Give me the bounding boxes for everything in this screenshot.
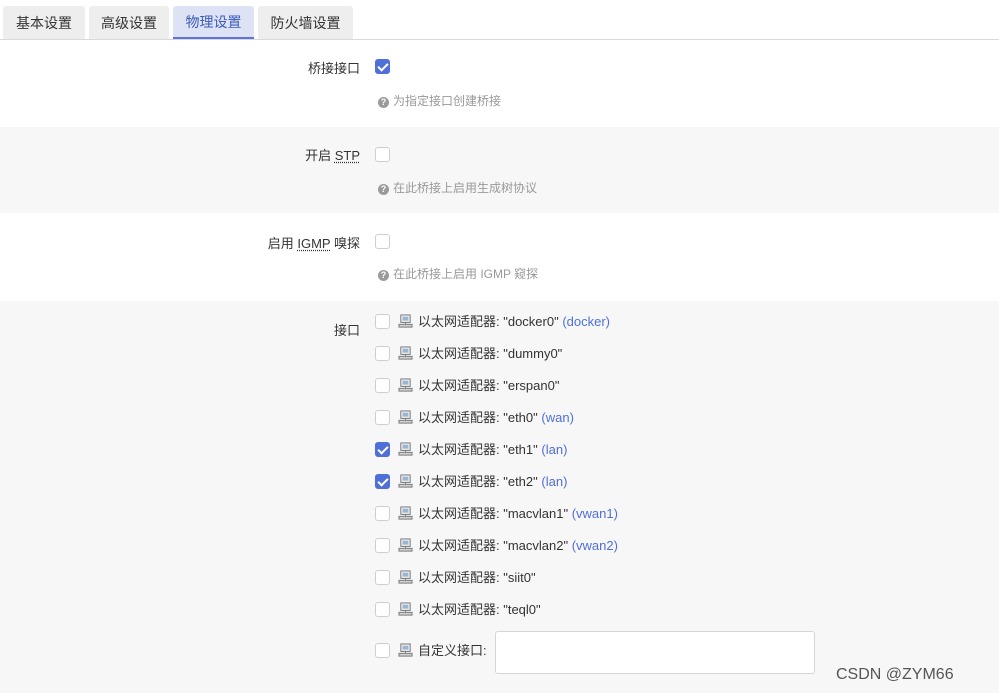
interface-label: 以太网适配器: "eth1" (lan) — [418, 441, 567, 459]
stp-label: 开启 STP — [305, 145, 360, 164]
igmp-hint-text: 在此桥接上启用 IGMP 窥探 — [393, 267, 539, 281]
interface-checkbox[interactable] — [375, 570, 390, 585]
stp-hint-text: 在此桥接上启用生成树协议 — [393, 181, 538, 195]
interface-network-link[interactable]: (docker) — [562, 314, 610, 329]
custom-interface-checkbox[interactable] — [375, 643, 390, 658]
interface-checkbox[interactable] — [375, 378, 390, 393]
stp-abbr: STP — [334, 148, 360, 163]
interface-label: 以太网适配器: "eth2" (lan) — [418, 473, 567, 491]
custom-interface-input[interactable] — [495, 631, 815, 674]
network-adapter-icon — [398, 643, 413, 657]
interface-network-link[interactable]: (vwan1) — [572, 506, 618, 521]
interface-checkbox[interactable] — [375, 346, 390, 361]
interface-label: 以太网适配器: "macvlan2" (vwan2) — [418, 537, 618, 555]
interface-name: 以太网适配器: "docker0" — [418, 314, 559, 329]
network-adapter-icon — [398, 570, 413, 584]
watermark: CSDN @ZYM66 — [836, 666, 954, 683]
interface-label: 以太网适配器: "teql0" — [418, 601, 541, 619]
network-adapter-icon — [398, 314, 413, 328]
interfaces-label: 接口 — [333, 323, 360, 338]
network-adapter-icon — [398, 602, 413, 616]
interface-name: 以太网适配器: "siit0" — [418, 570, 536, 585]
interface-network-link[interactable]: (wan) — [541, 410, 574, 425]
network-adapter-icon — [398, 442, 413, 456]
tab-firewall-settings[interactable]: 防火墙设置 — [258, 6, 353, 39]
interface-label: 以太网适配器: "siit0" — [418, 569, 536, 587]
interface-label: 以太网适配器: "docker0" (docker) — [418, 313, 610, 331]
interface-checkbox[interactable] — [375, 442, 390, 457]
interface-checkbox[interactable] — [375, 602, 390, 617]
network-adapter-icon — [398, 410, 413, 424]
stp-checkbox[interactable] — [375, 147, 390, 162]
network-adapter-icon — [398, 474, 413, 488]
interface-checkbox[interactable] — [375, 314, 390, 329]
igmp-hint: ? 在此桥接上启用 IGMP 窥探 — [378, 265, 538, 282]
interface-checkbox[interactable] — [375, 506, 390, 521]
interface-checkbox[interactable] — [375, 410, 390, 425]
stp-hint: ? 在此桥接上启用生成树协议 — [378, 179, 537, 196]
bridge-hint-text: 为指定接口创建桥接 — [393, 94, 502, 108]
bridge-label: 桥接接口 — [307, 61, 360, 76]
interface-label: 以太网适配器: "dummy0" — [418, 345, 562, 363]
network-adapter-icon — [398, 378, 413, 392]
network-adapter-icon — [398, 538, 413, 552]
interface-name: 以太网适配器: "eth1" — [418, 442, 538, 457]
igmp-label-suffix: 嗅探 — [330, 236, 360, 251]
interface-network-link[interactable]: (lan) — [541, 474, 567, 489]
bridge-checkbox[interactable] — [375, 59, 390, 74]
interface-name: 以太网适配器: "eth0" — [418, 410, 538, 425]
interface-name: 以太网适配器: "dummy0" — [418, 346, 563, 361]
interface-checkbox[interactable] — [375, 538, 390, 553]
stp-section: 开启 STP ? 在此桥接上启用生成树协议 — [0, 127, 999, 213]
interface-name: 以太网适配器: "erspan0" — [418, 378, 560, 393]
interface-name: 以太网适配器: "teql0" — [418, 602, 541, 617]
interface-network-link[interactable]: (vwan2) — [572, 538, 618, 553]
igmp-section: 启用 IGMP 嗅探 ? 在此桥接上启用 IGMP 窥探 — [0, 213, 999, 301]
interface-name: 以太网适配器: "macvlan2" — [418, 538, 569, 553]
interface-network-link[interactable]: (lan) — [541, 442, 567, 457]
igmp-label: 启用 IGMP 嗅探 — [268, 233, 360, 252]
interface-name: 以太网适配器: "eth2" — [418, 474, 538, 489]
network-adapter-icon — [398, 346, 413, 360]
tab-physical-settings[interactable]: 物理设置 — [173, 6, 254, 39]
igmp-label-prefix: 启用 — [267, 236, 298, 251]
interface-label: 以太网适配器: "macvlan1" (vwan1) — [418, 505, 618, 523]
stp-label-prefix: 开启 — [305, 148, 335, 163]
bridge-hint: ? 为指定接口创建桥接 — [378, 92, 501, 109]
question-icon: ? — [378, 270, 389, 281]
interface-name: 以太网适配器: "macvlan1" — [418, 506, 569, 521]
bridge-section: 桥接接口 ? 为指定接口创建桥接 — [0, 41, 999, 127]
question-icon: ? — [378, 97, 389, 108]
interface-label: 以太网适配器: "eth0" (wan) — [418, 409, 574, 427]
question-icon: ? — [378, 184, 389, 195]
interface-label: 以太网适配器: "erspan0" — [418, 377, 559, 395]
tab-advanced-settings[interactable]: 高级设置 — [89, 6, 169, 39]
tab-bar: 基本设置 高级设置 物理设置 防火墙设置 — [0, 0, 999, 40]
interface-checkbox[interactable] — [375, 474, 390, 489]
igmp-abbr: IGMP — [297, 236, 331, 251]
custom-interface-label: 自定义接口: — [418, 643, 487, 658]
network-adapter-icon — [398, 506, 413, 520]
tab-basic-settings[interactable]: 基本设置 — [3, 6, 85, 39]
igmp-checkbox[interactable] — [375, 234, 390, 249]
